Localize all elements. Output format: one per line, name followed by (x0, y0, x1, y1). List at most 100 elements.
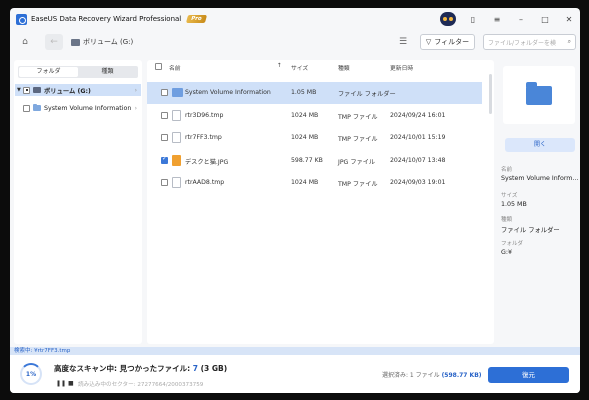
table-row[interactable]: rtrAAD8.tmp 1024 MB TMP ファイル 2024/09/03 19:… (147, 172, 482, 194)
recover-button[interactable]: 復元 (488, 367, 569, 383)
back-arrow-icon: ← (50, 37, 58, 47)
cell-type: TMP ファイル (338, 181, 378, 188)
preview-size-value: 1.05 MB (501, 201, 527, 208)
tree-item-system-volume-information[interactable]: System Volume Information › (15, 102, 141, 114)
menu-icon[interactable]: ≡ (490, 12, 504, 26)
back-button[interactable]: ← (45, 34, 63, 50)
cell-size: 1024 MB (291, 111, 319, 119)
column-size[interactable]: サイズ (291, 63, 308, 72)
tree-item-volume[interactable]: ▼ ボリューム (G:) › (15, 84, 141, 96)
filter-label: フィルター (434, 38, 470, 46)
home-icon: ⌂ (22, 37, 28, 47)
file-icon (172, 177, 181, 188)
preview-size-label: サイズ (501, 193, 518, 199)
chevron-right-icon: › (134, 104, 137, 112)
scan-status-prefix: 高度なスキャン中: 見つかったファイル: (54, 364, 193, 373)
cell-size: 1024 MB (291, 134, 319, 141)
folder-tree-panel: フォルダ 種類 ▼ ボリューム (G:) › System Volume Inf… (14, 60, 142, 344)
column-type[interactable]: 種類 (338, 63, 350, 72)
list-header: 名前 ↑ サイズ 種類 更新日時 (147, 60, 494, 73)
table-row[interactable]: rtr7FF3.tmp 1024 MB TMP ファイル 2024/10/01 15:… (147, 127, 482, 149)
search-icon: ⌕ (567, 38, 571, 45)
footer-bar: 1% 高度なスキャン中: 見つかったファイル: 7 (3 GB) ❚❚ ■ 読み… (10, 355, 580, 393)
app-title: EaseUS Data Recovery Wizard Professional (31, 15, 182, 23)
drive-icon (33, 87, 41, 93)
cell-size: 1.05 MB (291, 89, 317, 96)
cell-date: 2024/10/07 13:48 (390, 156, 446, 164)
table-row[interactable]: System Volume Information 1.05 MB ファイル フォル… (147, 82, 482, 104)
view-tabs: フォルダ 種類 (18, 66, 138, 78)
selection-count: 選択済み: 1 ファイル (382, 372, 442, 379)
folder-icon (33, 103, 41, 111)
tree-item-label: System Volume Information (44, 104, 132, 112)
pause-icon[interactable]: ❚❚ (56, 380, 66, 387)
tree-checkbox[interactable] (23, 104, 30, 112)
image-file-icon (172, 154, 181, 166)
cell-name: rtrAAD8.tmp (185, 179, 225, 186)
nav-bar: ⌂ ← ボリューム (G:) ☰ ▽ フィルター ファイル/フォルダーを検 ⌕ (10, 30, 580, 54)
breadcrumb[interactable]: ボリューム (G:) (71, 37, 133, 47)
preview-name-value: System Volume Inform... (501, 175, 579, 182)
tab-type[interactable]: 種類 (78, 67, 137, 77)
tree-item-label: ボリューム (G:) (44, 87, 91, 95)
search-input[interactable]: ファイル/フォルダーを検 ⌕ (483, 34, 576, 50)
folder-icon (172, 88, 183, 97)
column-date[interactable]: 更新日時 (390, 63, 413, 72)
select-all-checkbox[interactable] (155, 63, 162, 70)
scan-status-suffix: (3 GB) (197, 364, 228, 373)
selection-summary: 選択済み: 1 ファイル (598.77 KB) (382, 370, 482, 379)
file-list-panel: 名前 ↑ サイズ 種類 更新日時 System Volume Informati… (147, 60, 494, 344)
bookmark-icon[interactable]: ▯ (466, 12, 480, 26)
home-button[interactable]: ⌂ (17, 34, 33, 50)
stop-icon[interactable]: ■ (68, 380, 74, 387)
filter-button[interactable]: ▽ フィルター (420, 34, 475, 50)
list-scrollbar[interactable] (489, 74, 492, 114)
table-row[interactable]: デスクと猫.JPG 598.77 KB JPG ファイル 2024/10/07 13:… (147, 150, 482, 172)
account-avatar[interactable] (440, 12, 456, 26)
row-checkbox[interactable] (161, 111, 168, 119)
search-placeholder: ファイル/フォルダーを検 (488, 39, 557, 47)
cell-type: TMP ファイル (338, 113, 378, 121)
preview-type-label: 種類 (501, 217, 513, 223)
sort-arrow-icon[interactable]: ↑ (277, 63, 282, 69)
table-row[interactable]: rtr3D96.tmp 1024 MB TMP ファイル 2024/09/24 16:… (147, 105, 482, 127)
scan-path-status: 検索中: ¥rtr7FF3.tmp (10, 347, 580, 355)
preview-thumbnail (503, 66, 575, 124)
cell-size: 1024 MB (291, 179, 319, 186)
scan-status: 高度なスキャン中: 見つかったファイル: 7 (3 GB) (54, 363, 227, 374)
open-button[interactable]: 開く (505, 138, 575, 152)
title-bar: EaseUS Data Recovery Wizard Professional… (10, 8, 580, 30)
minimize-icon[interactable]: – (514, 12, 528, 26)
preview-folder-value: G:¥ (501, 249, 513, 256)
drive-icon (71, 38, 80, 46)
breadcrumb-label: ボリューム (G:) (83, 38, 134, 46)
file-icon (172, 109, 181, 121)
app-logo-icon (16, 13, 27, 25)
cell-type: JPG ファイル (338, 158, 376, 166)
preview-type-value: ファイル フォルダー (501, 227, 560, 234)
cell-name: rtr3D96.tmp (185, 111, 224, 119)
preview-name-label: 名前 (501, 167, 513, 173)
maximize-icon[interactable]: □ (538, 12, 552, 26)
cell-name: System Volume Information (185, 89, 271, 96)
close-icon[interactable]: ✕ (562, 12, 576, 26)
selection-size: (598.77 KB) (441, 372, 482, 379)
chevron-right-icon: › (134, 86, 137, 94)
sector-progress: 読み込み中のセクター: 27277664/2000373759 (78, 382, 204, 388)
cell-type: ファイル フォルダー (338, 91, 396, 98)
row-checkbox[interactable] (161, 179, 168, 186)
list-view-icon: ☰ (398, 37, 408, 47)
row-checkbox[interactable] (161, 155, 168, 164)
cell-name: rtr7FF3.tmp (185, 134, 222, 141)
row-checkbox[interactable] (161, 134, 168, 141)
row-checkbox[interactable] (161, 89, 168, 96)
filter-icon: ▽ (425, 38, 432, 46)
list-view-button[interactable]: ☰ (395, 34, 411, 50)
tree-checkbox[interactable] (23, 86, 30, 94)
folder-icon (526, 81, 552, 105)
cell-name: デスクと猫.JPG (185, 158, 229, 166)
column-name[interactable]: 名前 (169, 63, 181, 72)
tab-folder[interactable]: フォルダ (19, 67, 78, 77)
pro-badge: Pro (186, 15, 207, 23)
cell-date: 2024/09/03 19:01 (390, 179, 446, 186)
